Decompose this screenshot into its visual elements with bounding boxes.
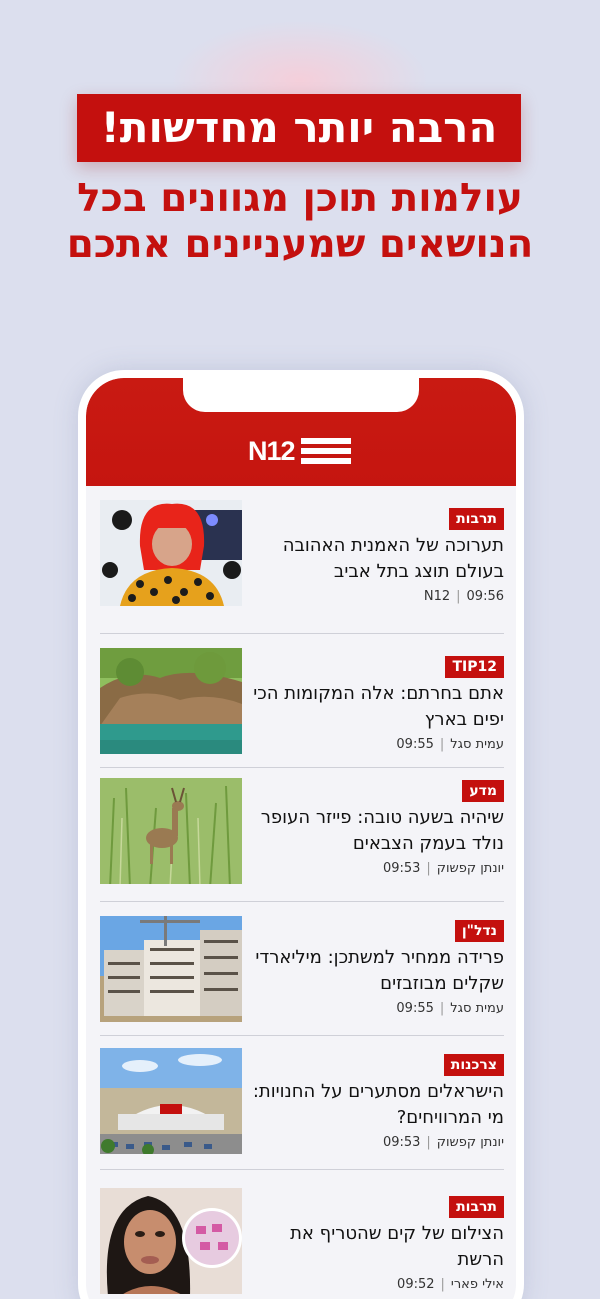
app-header: N12	[86, 378, 516, 486]
news-text: תרבות הצילום של קים שהטריף את הרשת אילי …	[248, 1196, 504, 1294]
category-tag[interactable]: TIP12	[445, 656, 504, 678]
news-thumbnail[interactable]	[100, 648, 242, 754]
meta-separator: |	[439, 1001, 445, 1016]
news-author: אילי פארי	[450, 1277, 504, 1292]
news-text: TIP12 אתם בחרתם: אלה המקומות הכי יפים בא…	[248, 656, 504, 754]
meta-separator: |	[439, 737, 445, 752]
news-thumbnail[interactable]	[100, 1048, 242, 1154]
news-meta: אילי פארי | 09:52	[248, 1276, 504, 1294]
news-thumbnail[interactable]	[100, 500, 242, 606]
promo-headline: הרבה יותר מחדשות!	[77, 94, 521, 162]
news-item[interactable]: תרבות תערוכה של האמנית האהובה בעולם תוצג…	[100, 500, 504, 634]
news-thumbnail[interactable]	[100, 778, 242, 884]
news-title[interactable]: אתם בחרתם: אלה המקומות הכי יפים בארץ	[248, 681, 504, 733]
news-title[interactable]: פרידה ממחיר למשתכן: מיליארדי שקלים מבוזב…	[248, 945, 504, 997]
category-tag[interactable]: תרבות	[449, 1196, 504, 1218]
news-title[interactable]: תערוכה של האמנית האהובה בעולם תוצג בתל א…	[248, 533, 504, 585]
news-meta: N12 | 09:56	[248, 588, 504, 606]
news-item[interactable]: תרבות הצילום של קים שהטריף את הרשת אילי …	[100, 1170, 504, 1299]
news-text: תרבות תערוכה של האמנית האהובה בעולם תוצג…	[248, 508, 504, 606]
category-tag[interactable]: נדל"ן	[454, 920, 504, 942]
news-author: עמית סגל	[450, 737, 504, 752]
news-text: מדע שיהיה בשעה טובה: פייזר העופר נולד בע…	[248, 780, 504, 878]
news-text: צרכנות הישראלים מסתערים על החנויות: מי ה…	[248, 1054, 504, 1152]
news-meta: יונתן קפשוק | 09:53	[248, 1134, 504, 1152]
news-time: 09:53	[382, 1135, 421, 1150]
news-item[interactable]: מדע שיהיה בשעה טובה: פייזר העופר נולד בע…	[100, 768, 504, 902]
news-text: נדל"ן פרידה ממחיר למשתכן: מיליארדי שקלים…	[248, 920, 504, 1018]
news-time: 09:53	[382, 861, 421, 876]
news-time: 09:52	[397, 1277, 435, 1292]
news-item[interactable]: TIP12 אתם בחרתם: אלה המקומות הכי יפים בא…	[100, 634, 504, 768]
news-author: עמית סגל	[450, 1001, 504, 1016]
category-tag[interactable]: צרכנות	[443, 1054, 504, 1076]
news-title[interactable]: שיהיה בשעה טובה: פייזר העופר נולד בעמק ה…	[248, 805, 504, 857]
news-meta: עמית סגל | 09:55	[248, 736, 504, 754]
news-time: 09:55	[396, 737, 434, 752]
category-tag[interactable]: תרבות	[449, 508, 504, 530]
meta-separator: |	[440, 1277, 445, 1292]
promo-subline-line-1: עולמות תוכן מגוונים בכל	[77, 176, 523, 221]
phone-notch	[183, 378, 419, 412]
meta-separator: |	[426, 1135, 431, 1150]
news-feed: תרבות תערוכה של האמנית האהובה בעולם תוצג…	[100, 500, 504, 1299]
news-item[interactable]: נדל"ן פרידה ממחיר למשתכן: מיליארדי שקלים…	[100, 902, 504, 1036]
meta-separator: |	[456, 589, 461, 604]
promo-subline-line-2: הנושאים שמעניינים אתכם	[66, 222, 534, 267]
phone-mockup: N12 תרבות תערוכה של האמנית האהובה בעולם …	[78, 370, 524, 1299]
meta-separator: |	[426, 861, 431, 876]
news-meta: עמית סגל | 09:55	[248, 1000, 504, 1018]
news-thumbnail[interactable]	[100, 916, 242, 1022]
news-meta: יונתן קפשוק | 09:53	[248, 860, 504, 878]
promo-subline: עולמות תוכן מגוונים בכל הנושאים שמענייני…	[40, 176, 560, 268]
n12-logo[interactable]: N12	[248, 436, 360, 466]
category-tag[interactable]: מדע	[462, 780, 504, 802]
news-time: 09:55	[396, 1001, 434, 1016]
logo-text: N12	[248, 436, 296, 466]
news-time: 09:56	[466, 589, 504, 604]
news-author: N12	[423, 589, 451, 604]
logo-bars-icon	[300, 438, 351, 464]
news-author: יונתן קפשוק	[436, 861, 504, 876]
news-thumbnail[interactable]	[100, 1188, 242, 1294]
news-title[interactable]: הצילום של קים שהטריף את הרשת	[248, 1221, 504, 1273]
news-item[interactable]: צרכנות הישראלים מסתערים על החנויות: מי ה…	[100, 1036, 504, 1170]
news-author: יונתן קפשוק	[436, 1135, 504, 1150]
news-title[interactable]: הישראלים מסתערים על החנויות: מי המרוויחי…	[248, 1079, 504, 1131]
